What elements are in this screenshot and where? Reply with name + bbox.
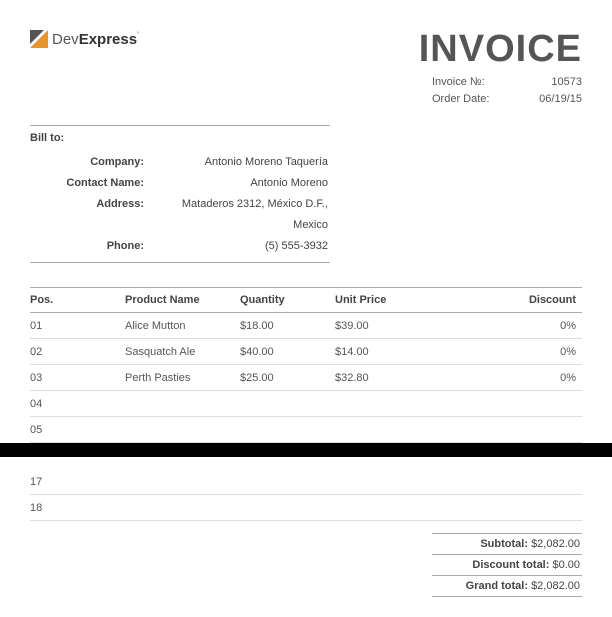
totals-block: Subtotal: $2,082.00 Discount total: $0.0… <box>30 533 582 597</box>
cell-product: Sasquatch Ale <box>125 346 240 358</box>
table-row: 02Sasquatch Ale$40.00$14.000% <box>30 339 582 365</box>
cell-pos: 03 <box>30 372 125 384</box>
invoice-title: INVOICE <box>419 30 582 68</box>
items-header-row: Pos. Product Name Quantity Unit Price Di… <box>30 287 582 313</box>
bill-to-label: Company: <box>30 152 150 173</box>
subtotal-row: Subtotal: $2,082.00 <box>432 533 582 554</box>
bill-to-label: Phone: <box>30 236 150 257</box>
col-header-discount: Discount <box>475 294 582 306</box>
bill-to-value: Antonio Moreno Taquería <box>150 152 330 173</box>
invoice-meta: Invoice №: 10573 Order Date: 06/19/15 <box>419 74 582 107</box>
logo-text-mark: ' <box>137 30 139 40</box>
bill-to-title: Bill to: <box>30 132 330 144</box>
header-right: INVOICE Invoice №: 10573 Order Date: 06/… <box>419 30 582 107</box>
cell-discount: 0% <box>475 372 582 384</box>
table-row: 04 <box>30 391 582 417</box>
col-header-unit-price: Unit Price <box>335 294 475 306</box>
bill-to-block: Bill to: Company:Antonio Moreno Taquería… <box>30 125 330 263</box>
cell-quantity: $18.00 <box>240 320 335 332</box>
table-row: 05 <box>30 417 582 443</box>
bill-to-row: Phone:(5) 555-3932 <box>30 236 330 257</box>
cell-pos: 05 <box>30 424 125 436</box>
cell-unit-price: $14.00 <box>335 346 475 358</box>
table-row: 03Perth Pasties$25.00$32.800% <box>30 365 582 391</box>
subtotal-value: $2,082.00 <box>531 538 580 550</box>
subtotal-label: Subtotal: <box>480 538 528 550</box>
invoice-number-label: Invoice №: <box>432 74 502 91</box>
cell-quantity: $40.00 <box>240 346 335 358</box>
bill-to-row: Address:Mataderos 2312, México D.F., Mex… <box>30 194 330 236</box>
cell-product: Perth Pasties <box>125 372 240 384</box>
grand-total-value: $2,082.00 <box>531 580 580 592</box>
col-header-quantity: Quantity <box>240 294 335 306</box>
bill-to-value: Mataderos 2312, México D.F., Mexico <box>150 194 330 236</box>
bill-to-label: Address: <box>30 194 150 236</box>
table-row: 18 <box>30 495 582 521</box>
devexpress-logo-icon <box>30 30 48 48</box>
cell-quantity: $25.00 <box>240 372 335 384</box>
bill-to-value: Antonio Moreno <box>150 173 330 194</box>
bill-to-label: Contact Name: <box>30 173 150 194</box>
cell-pos: 18 <box>30 502 125 514</box>
table-row: 01Alice Mutton$18.00$39.000% <box>30 313 582 339</box>
bill-to-value: (5) 555-3932 <box>150 236 330 257</box>
logo-text-dev: Dev <box>52 31 79 48</box>
cell-unit-price: $32.80 <box>335 372 475 384</box>
logo-text-express: Express <box>79 31 137 48</box>
page-break-bar <box>0 443 612 457</box>
discount-total-label: Discount total: <box>472 559 549 571</box>
table-row: 17 <box>30 469 582 495</box>
discount-total-value: $0.00 <box>552 559 580 571</box>
cell-product: Alice Mutton <box>125 320 240 332</box>
grand-total-row: Grand total: $2,082.00 <box>432 575 582 597</box>
cell-discount: 0% <box>475 320 582 332</box>
bill-to-row: Contact Name:Antonio Moreno <box>30 173 330 194</box>
cell-pos: 04 <box>30 398 125 410</box>
discount-total-row: Discount total: $0.00 <box>432 554 582 575</box>
logo-text: DevExpress' <box>52 30 139 48</box>
cell-unit-price: $39.00 <box>335 320 475 332</box>
col-header-product: Product Name <box>125 294 240 306</box>
cell-pos: 01 <box>30 320 125 332</box>
bill-to-row: Company:Antonio Moreno Taquería <box>30 152 330 173</box>
cell-pos: 17 <box>30 476 125 488</box>
invoice-number-value: 10573 <box>532 74 582 91</box>
logo: DevExpress' <box>30 30 139 48</box>
col-header-pos: Pos. <box>30 294 125 306</box>
order-date-value: 06/19/15 <box>532 91 582 108</box>
grand-total-label: Grand total: <box>466 580 528 592</box>
order-date-label: Order Date: <box>432 91 502 108</box>
cell-pos: 02 <box>30 346 125 358</box>
header: DevExpress' INVOICE Invoice №: 10573 Ord… <box>30 30 582 107</box>
cell-discount: 0% <box>475 346 582 358</box>
